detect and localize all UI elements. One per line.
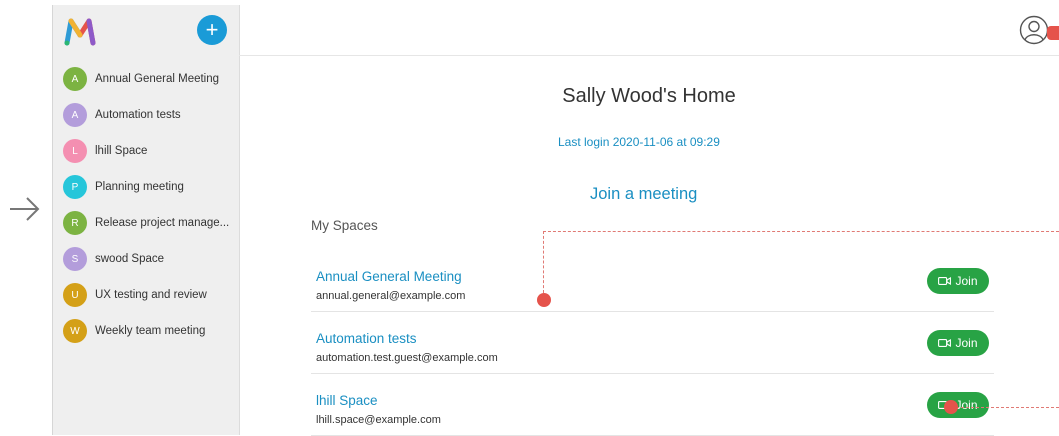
space-row-lhill-space: lhill Space lhill.space@example.com Join: [311, 373, 994, 436]
space-email: automation.test.guest@example.com: [316, 352, 498, 364]
avatar: A: [63, 103, 87, 127]
sidebar: + A Annual General Meeting A Automation …: [52, 5, 240, 435]
space-list: A Annual General Meeting A Automation te…: [53, 61, 239, 349]
sidebar-item-lhill-space[interactable]: L lhill Space: [53, 133, 239, 169]
sidebar-item-label: swood Space: [95, 253, 165, 265]
video-camera-icon: [938, 339, 952, 347]
add-space-button[interactable]: +: [197, 15, 227, 45]
annotation-marker: [537, 293, 551, 307]
space-title-link[interactable]: Annual General Meeting: [316, 269, 462, 284]
join-button[interactable]: Join: [927, 268, 989, 294]
guide-line: [951, 407, 1059, 408]
avatar: W: [63, 319, 87, 343]
sidebar-item-label: Release project manage...: [95, 217, 230, 229]
sidebar-item-swood-space[interactable]: S swood Space: [53, 241, 239, 277]
page-title: Sally Wood's Home: [562, 85, 736, 107]
sidebar-item-label: Weekly team meeting: [95, 325, 206, 337]
last-login-text: Last login 2020-11-06 at 09:29: [558, 135, 720, 149]
right-arrow-icon: [10, 197, 40, 221]
space-title-link[interactable]: Automation tests: [316, 331, 417, 346]
sidebar-item-label: Planning meeting: [95, 181, 184, 193]
join-button-label: Join: [955, 274, 978, 288]
space-row-annual-general-meeting: Annual General Meeting annual.general@ex…: [311, 249, 994, 312]
space-email: lhill.space@example.com: [316, 414, 441, 426]
sidebar-item-automation-tests[interactable]: A Automation tests: [53, 97, 239, 133]
guide-line: [543, 231, 544, 293]
join-meeting-link[interactable]: Join a meeting: [590, 185, 697, 204]
top-bar: [239, 5, 1059, 56]
avatar: R: [63, 211, 87, 235]
sidebar-item-weekly-team-meeting[interactable]: W Weekly team meeting: [53, 313, 239, 349]
avatar: P: [63, 175, 87, 199]
avatar: A: [63, 67, 87, 91]
sidebar-item-label: Annual General Meeting: [95, 73, 220, 85]
notification-marker: [1047, 26, 1059, 40]
sidebar-item-label: Automation tests: [95, 109, 181, 121]
user-profile-icon[interactable]: [1019, 15, 1049, 45]
join-button-label: Join: [955, 398, 978, 412]
video-camera-icon: [938, 277, 952, 285]
sidebar-item-label: lhill Space: [95, 145, 148, 157]
avatar: S: [63, 247, 87, 271]
sidebar-item-label: UX testing and review: [95, 289, 207, 301]
sidebar-item-annual-general-meeting[interactable]: A Annual General Meeting: [53, 61, 239, 97]
join-button-label: Join: [955, 336, 978, 350]
join-button[interactable]: Join: [927, 330, 989, 356]
sidebar-item-planning-meeting[interactable]: P Planning meeting: [53, 169, 239, 205]
space-email: annual.general@example.com: [316, 290, 466, 302]
avatar: L: [63, 139, 87, 163]
sidebar-item-release-project[interactable]: R Release project manage...: [53, 205, 239, 241]
guide-line: [543, 231, 1059, 232]
my-spaces-heading: My Spaces: [311, 218, 378, 233]
avatar: U: [63, 283, 87, 307]
space-title-link[interactable]: lhill Space: [316, 393, 378, 408]
annotation-marker: [944, 400, 958, 414]
sidebar-item-ux-testing[interactable]: U UX testing and review: [53, 277, 239, 313]
main-content: Sally Wood's Home Last login 2020-11-06 …: [239, 56, 1059, 436]
app-logo: [64, 18, 96, 46]
join-button[interactable]: Join: [927, 392, 989, 418]
space-row-automation-tests: Automation tests automation.test.guest@e…: [311, 311, 994, 374]
